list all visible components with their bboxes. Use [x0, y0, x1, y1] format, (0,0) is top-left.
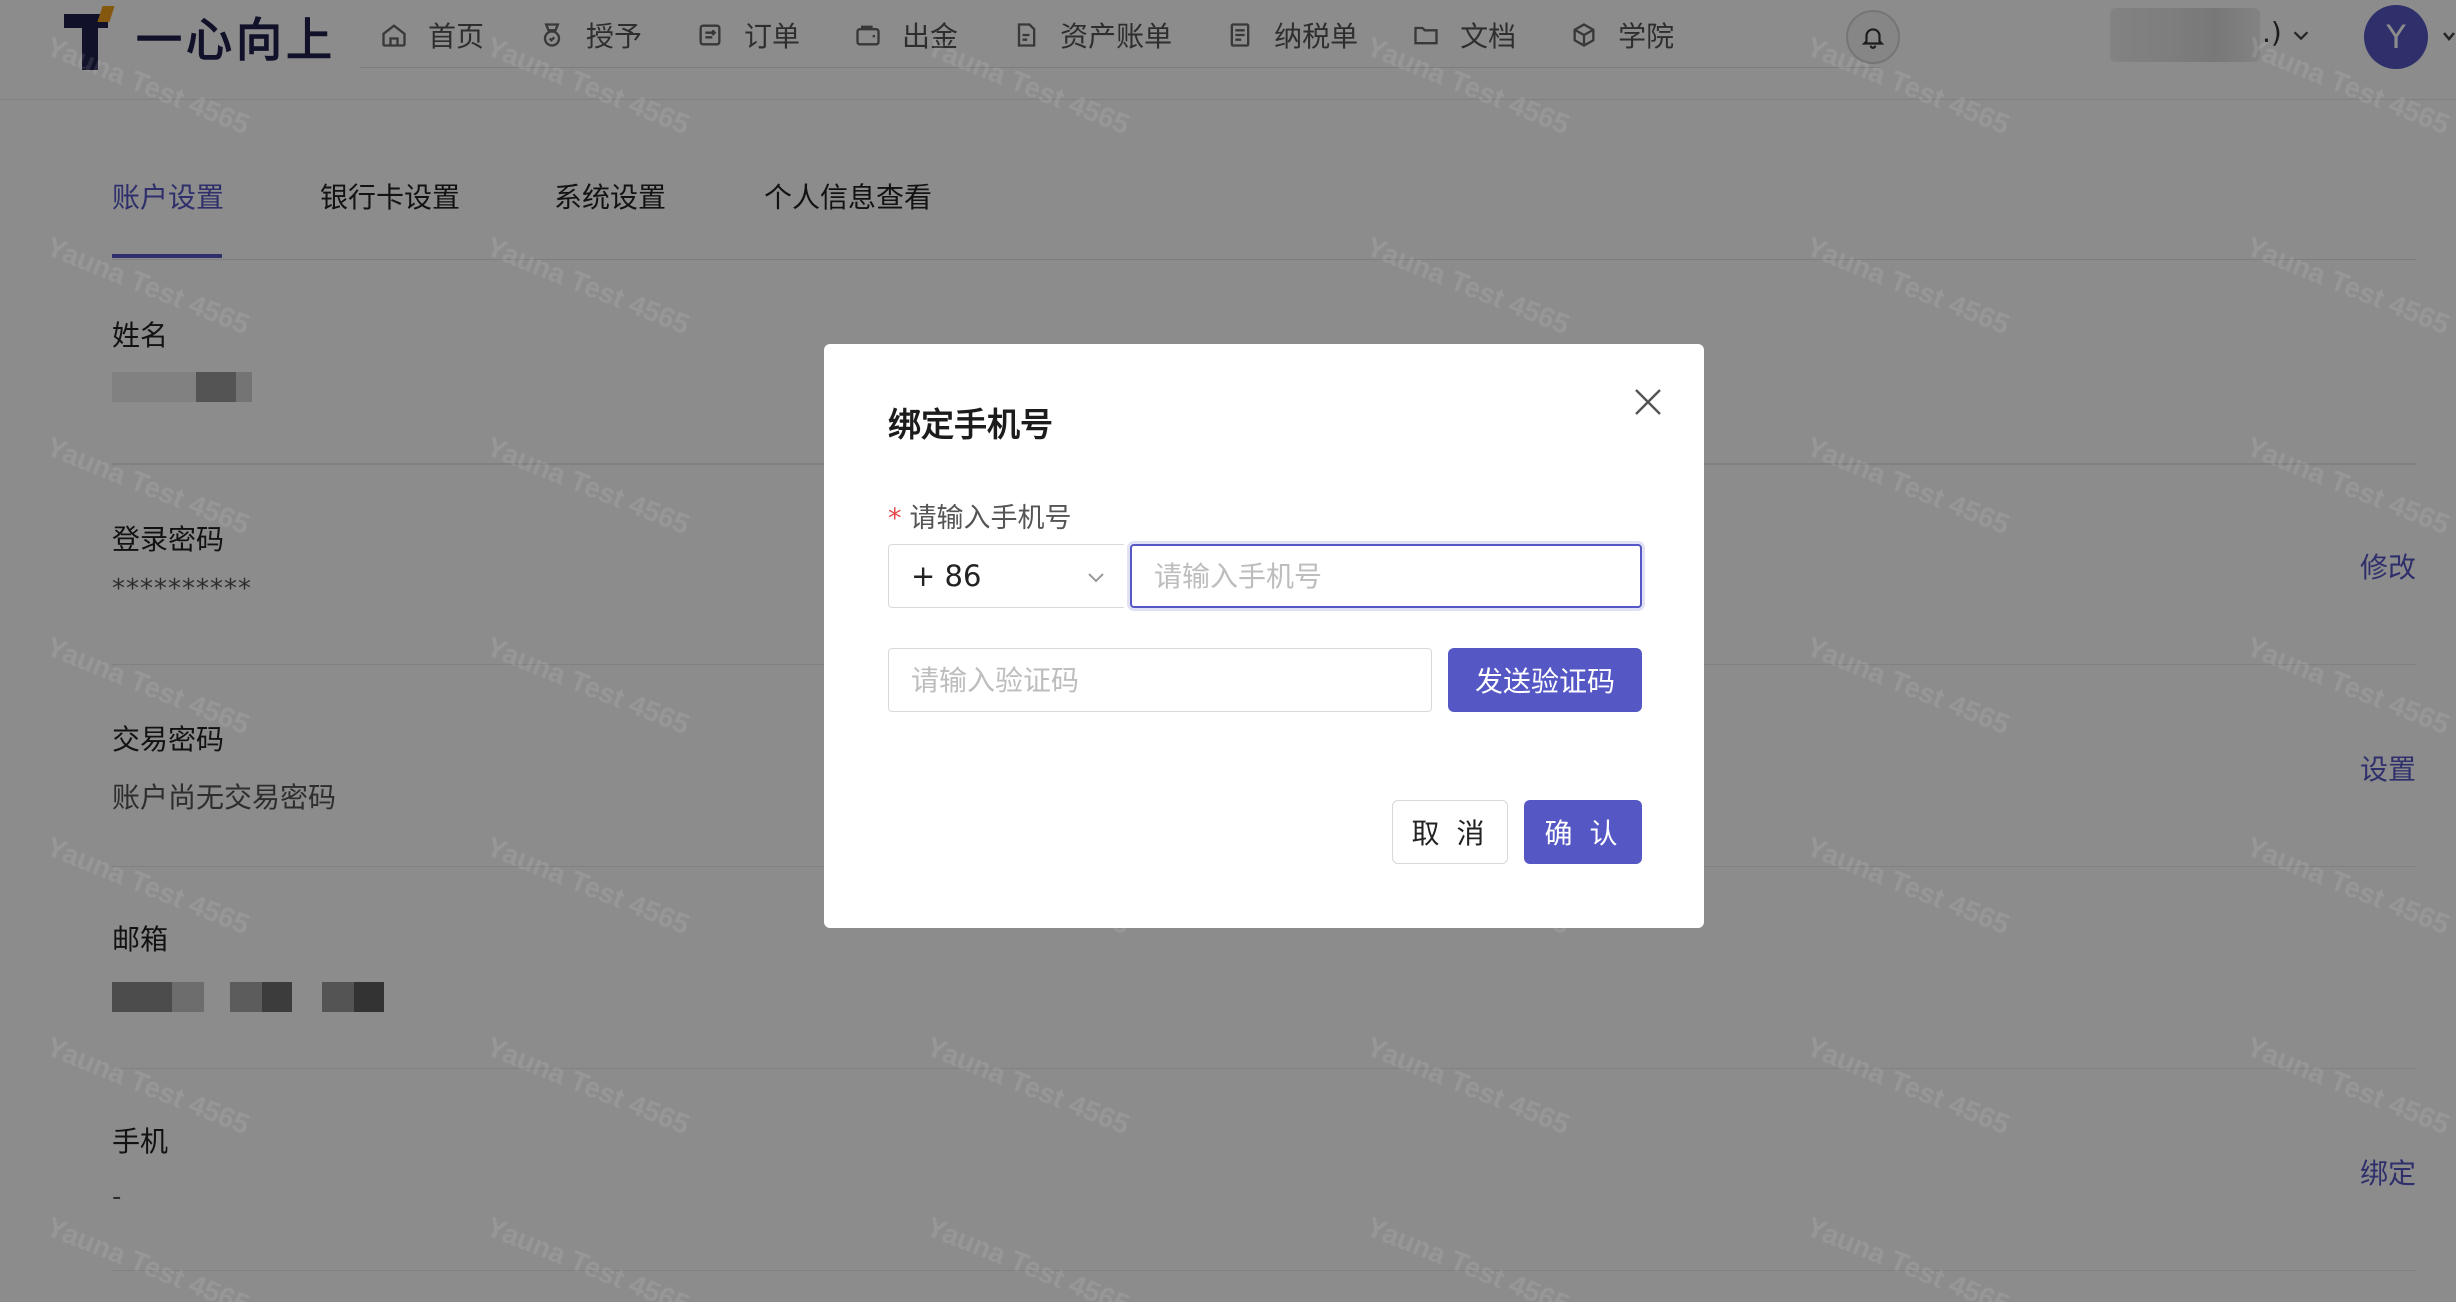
phone-field-label-text: 请输入手机号	[909, 503, 1072, 534]
close-icon[interactable]	[1630, 384, 1666, 420]
cancel-button[interactable]: 取 消	[1392, 800, 1508, 864]
bind-phone-modal: 绑定手机号 *请输入手机号 + 86 发送验证码 取 消 确 认	[824, 344, 1704, 928]
chevron-down-icon	[1088, 573, 1104, 583]
required-mark: *	[888, 503, 902, 534]
country-code-value: + 86	[911, 559, 982, 593]
modal-title: 绑定手机号	[888, 405, 1053, 444]
send-code-button[interactable]: 发送验证码	[1448, 648, 1642, 712]
confirm-button[interactable]: 确 认	[1524, 800, 1642, 864]
country-code-select[interactable]: + 86	[888, 544, 1124, 608]
verification-code-input[interactable]	[888, 648, 1432, 712]
phone-input[interactable]	[1130, 544, 1642, 608]
phone-field-label: * 请输入手机号	[888, 496, 1072, 535]
